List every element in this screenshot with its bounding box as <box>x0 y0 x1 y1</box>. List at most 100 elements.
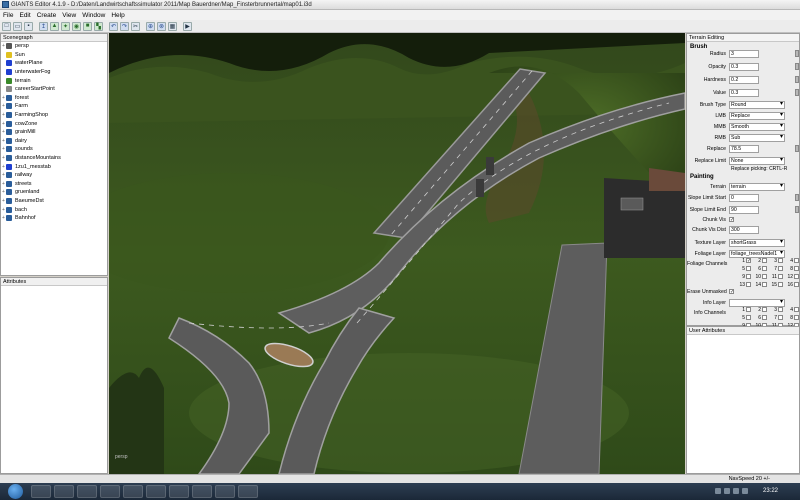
save-icon[interactable]: ▪ <box>24 21 33 31</box>
scenegraph-item[interactable]: Sun <box>1 51 107 60</box>
terrain-select[interactable]: terrain <box>729 182 785 191</box>
channel-checkbox[interactable] <box>794 274 799 279</box>
redo-icon[interactable]: ↷ <box>120 21 129 31</box>
tray-icon[interactable] <box>724 488 730 494</box>
task-app-icon[interactable] <box>169 485 189 498</box>
replace-input[interactable]: 78.5 <box>729 144 759 153</box>
menu-file[interactable]: File <box>3 12 13 19</box>
create-terrain-icon[interactable]: ▚ <box>94 21 103 31</box>
snap-icon[interactable]: ⊕ <box>146 21 155 31</box>
task-app-icon[interactable] <box>146 485 166 498</box>
scenegraph-item[interactable]: + distanceMountains <box>1 154 107 163</box>
mmb-select[interactable]: Smooth <box>729 122 785 131</box>
channel-number: 5 <box>742 265 745 272</box>
scenegraph-item[interactable]: + streets <box>1 180 107 189</box>
scenegraph-item[interactable]: waterPlane <box>1 59 107 68</box>
task-explorer-icon[interactable] <box>31 485 51 498</box>
hardness-input[interactable]: 0.2 <box>729 75 759 84</box>
scenegraph-item[interactable]: + dairy <box>1 137 107 146</box>
chunk-vis-dist-input[interactable]: 300 <box>729 225 759 234</box>
menu-help[interactable]: Help <box>111 12 124 19</box>
task-app-icon[interactable] <box>100 485 120 498</box>
opacity-slider[interactable] <box>795 63 799 70</box>
import-icon[interactable]: ↥ <box>39 21 48 31</box>
scenegraph-item[interactable]: + bach <box>1 205 107 214</box>
scenegraph-item-label: grainMill <box>15 129 36 136</box>
scenegraph-item[interactable]: + Farm <box>1 102 107 111</box>
slope-start-slider[interactable] <box>795 194 799 201</box>
hardness-slider[interactable] <box>795 76 799 83</box>
radius-input[interactable]: 3 <box>729 49 759 58</box>
value-slider[interactable] <box>795 89 799 96</box>
group-icon <box>6 146 12 153</box>
replace-slider[interactable] <box>795 145 799 152</box>
3d-viewport[interactable]: persp <box>109 33 685 474</box>
menu-edit[interactable]: Edit <box>19 12 30 19</box>
scenegraph-item[interactable]: + persp <box>1 42 107 51</box>
texture-layer-select[interactable]: shortGrass <box>729 238 785 247</box>
chunk-vis-checkbox[interactable] <box>729 217 734 222</box>
tray-icon[interactable] <box>715 488 721 494</box>
task-app-icon[interactable] <box>123 485 143 498</box>
channel-checkbox[interactable] <box>794 307 799 312</box>
opacity-input[interactable]: 0.3 <box>729 62 759 71</box>
undo-icon[interactable]: ↶ <box>109 21 118 31</box>
tray-icon[interactable] <box>742 488 748 494</box>
scenegraph-item[interactable]: unterwaterFog <box>1 68 107 77</box>
new-file-icon[interactable]: □ <box>2 21 11 31</box>
scenegraph-item[interactable]: + forest <box>1 94 107 103</box>
channel-number: 3 <box>774 306 777 313</box>
group-icon <box>6 129 12 136</box>
start-button[interactable] <box>8 484 23 499</box>
scenegraph-item[interactable]: + Bahnhof <box>1 214 107 223</box>
lmb-select[interactable]: Replace <box>729 111 785 120</box>
play-icon[interactable]: ▶ <box>183 21 192 31</box>
scenegraph-item[interactable]: + cowZone <box>1 119 107 128</box>
menu-view[interactable]: View <box>62 12 76 19</box>
menu-window[interactable]: Window <box>82 12 105 19</box>
task-app-icon[interactable] <box>192 485 212 498</box>
channel-cell: 3 <box>767 306 783 313</box>
scenegraph-item[interactable]: + grainMill <box>1 128 107 137</box>
channel-cell: 5 <box>735 314 751 321</box>
create-transform-icon[interactable]: ▲ <box>50 21 59 31</box>
slope-end-input[interactable]: 90 <box>729 205 759 214</box>
scenegraph-item[interactable]: + BaeumeDst <box>1 197 107 206</box>
radius-slider[interactable] <box>795 50 799 57</box>
create-light-icon[interactable]: ✦ <box>61 21 70 31</box>
open-folder-icon[interactable]: ▭ <box>13 21 22 31</box>
channel-checkbox[interactable] <box>794 315 799 320</box>
scenegraph-item[interactable]: + sounds <box>1 145 107 154</box>
tray-icon[interactable] <box>733 488 739 494</box>
task-firefox-icon[interactable] <box>54 485 74 498</box>
scenegraph-item[interactable]: + FarmingShop <box>1 111 107 120</box>
pivot-icon[interactable]: ⊗ <box>157 21 166 31</box>
radius-label: Radius <box>709 50 726 57</box>
create-camera-icon[interactable]: ◉ <box>72 21 81 31</box>
task-app-icon[interactable] <box>215 485 235 498</box>
scenegraph-item[interactable]: +1zu1_messtab <box>1 162 107 171</box>
create-shape-icon[interactable]: ■ <box>83 21 92 31</box>
task-app-icon[interactable] <box>77 485 97 498</box>
brush-type-select[interactable]: Round <box>729 100 785 109</box>
opacity-label: Opacity <box>708 63 726 70</box>
channel-checkbox[interactable] <box>794 266 799 271</box>
channel-checkbox[interactable] <box>794 258 799 263</box>
slope-end-slider[interactable] <box>795 206 799 213</box>
scenegraph-item[interactable]: terrain <box>1 76 107 85</box>
cut-icon[interactable]: ✂ <box>131 21 140 31</box>
value-input[interactable]: 0.3 <box>729 88 759 97</box>
scenegraph-item[interactable]: + railway <box>1 171 107 180</box>
menu-create[interactable]: Create <box>37 12 57 19</box>
scenegraph-item[interactable]: careerStartPoint <box>1 85 107 94</box>
grid-icon[interactable]: ▦ <box>168 21 177 31</box>
slope-start-input[interactable]: 0 <box>729 193 759 202</box>
channel-cell: 10 <box>751 273 767 280</box>
rmb-select[interactable]: Sub <box>729 133 785 142</box>
taskbar-clock: 23:22 <box>762 488 778 494</box>
task-app-icon[interactable] <box>238 485 258 498</box>
scenegraph-item-label: waterPlane <box>15 60 43 67</box>
scenegraph-item[interactable]: + gruenland <box>1 188 107 197</box>
replace-limit-select[interactable]: None <box>729 156 785 165</box>
erase-unmasked-checkbox[interactable] <box>729 289 734 294</box>
